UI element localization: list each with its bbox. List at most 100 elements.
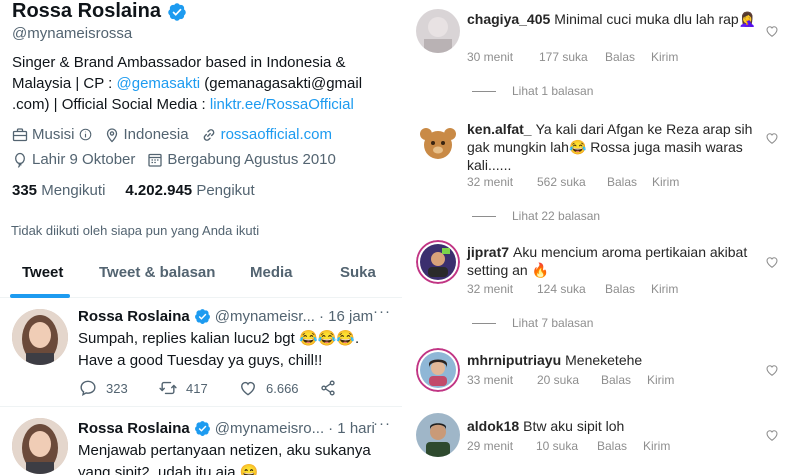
send-button[interactable]: Kirim (643, 439, 670, 453)
following-count: 335 (12, 182, 38, 199)
more-icon[interactable]: ··· (373, 415, 391, 432)
tweet-author-handle[interactable]: @mynameisro... (215, 420, 324, 437)
profile-bio: Singer & Brand Ambassador based in Indon… (12, 52, 397, 115)
reply-button[interactable]: Balas (597, 439, 643, 453)
reply-button[interactable]: 323 (78, 378, 128, 398)
comment-username[interactable]: chagiya_405 (467, 11, 550, 27)
comment-time: 32 menit (467, 282, 514, 296)
comment-time: 33 menit (467, 373, 514, 387)
view-replies-button[interactable]: Lihat 22 balasan (472, 209, 600, 223)
tab-tweets[interactable]: Tweet (22, 264, 63, 281)
comment-like-count[interactable]: 177 suka (539, 50, 605, 64)
heart-outline-icon[interactable] (765, 428, 779, 442)
comment-item: ken.alfat_ Ya kali dari Afgan ke Reza ara… (402, 110, 800, 230)
retweet-button[interactable]: 417 (158, 378, 208, 398)
comment-meta: 32 menit 124 suka Balas Kirim (467, 282, 678, 296)
avatar[interactable] (416, 240, 460, 284)
avatar[interactable] (12, 418, 68, 474)
heart-outline-icon[interactable] (765, 255, 779, 269)
reply-button[interactable]: Balas (607, 175, 652, 189)
comment-username[interactable]: mhrniputriayu (467, 352, 561, 368)
more-icon[interactable]: ··· (373, 303, 391, 320)
heart-outline-icon[interactable] (765, 131, 779, 145)
tweet-author-handle[interactable]: @mynameisr... (215, 308, 315, 325)
comment-username[interactable]: aldok18 (467, 418, 519, 434)
profile-meta-row-2: Lahir 9 Oktober Bergabung Agustus 2010 (12, 151, 336, 168)
comment-like-count[interactable]: 124 suka (537, 282, 605, 296)
view-replies-label: Lihat 22 balasan (512, 209, 601, 223)
tweet-author-name[interactable]: Rossa Roslaina (78, 308, 190, 325)
following-link[interactable]: 335 Mengikuti (12, 182, 105, 199)
share-button[interactable] (318, 378, 338, 398)
tweet-time[interactable]: · 1 hari (328, 420, 375, 437)
reply-button[interactable]: Balas (601, 373, 647, 387)
tweet-header: Rossa Roslaina @mynameisro... · 1 hari (78, 420, 375, 437)
heart-outline-icon[interactable] (765, 24, 779, 38)
avatar[interactable] (12, 309, 68, 365)
verified-badge-icon (168, 2, 186, 21)
tweet-author-name[interactable]: Rossa Roslaina (78, 420, 190, 437)
comment-meta: 33 menit 20 suka Balas Kirim (467, 373, 674, 387)
comment-time: 32 menit (467, 175, 514, 189)
comment-item: chagiya_405 Minimal cuci muka dlu lah rap… (402, 0, 800, 110)
comment-like-count[interactable]: 562 suka (537, 175, 607, 189)
profile-website-link[interactable]: rossaofficial.com (221, 126, 332, 143)
retweet-count: 417 (186, 380, 208, 396)
send-button[interactable]: Kirim (651, 50, 678, 64)
tweet-header: Rossa Roslaina @mynameisr... · 16 jam (78, 308, 373, 325)
comment-username[interactable]: ken.alfat_ (467, 121, 532, 137)
send-button[interactable]: Kirim (652, 175, 679, 189)
like-count: 6.666 (266, 380, 299, 396)
avatar[interactable] (416, 413, 460, 457)
comment-username[interactable]: jiprat7 (467, 244, 509, 260)
send-button[interactable]: Kirim (647, 373, 674, 387)
profile-name: Rossa Roslaina (12, 0, 187, 23)
verified-badge-icon (194, 421, 210, 436)
heart-outline-icon[interactable] (765, 363, 779, 377)
avatar[interactable] (416, 348, 460, 392)
comment-like-count[interactable]: 10 suka (536, 439, 597, 453)
profile-joined: Bergabung Agustus 2010 (167, 151, 336, 168)
tweet-item[interactable]: Rossa Roslaina @mynameisr... · 16 jam ··… (0, 299, 402, 407)
bio-mention-link[interactable]: @gemasakti (117, 75, 201, 92)
comment-meta: 29 menit 10 suka Balas Kirim (467, 439, 670, 453)
comment-body: Aku mencium aroma pertikaian akibat sett… (467, 244, 748, 278)
comment-body: Btw aku sipit loh (523, 418, 625, 434)
tab-tweets-replies[interactable]: Tweet & balasan (99, 264, 215, 281)
avatar[interactable] (416, 9, 460, 53)
comment-item: aldok18 Btw aku sipit loh 29 menit 10 suk… (402, 405, 800, 475)
comment-text: mhrniputriayu Meneketehe (467, 351, 757, 369)
profile-category: Musisi (32, 126, 75, 143)
view-replies-button[interactable]: Lihat 1 balasan (472, 84, 593, 98)
info-icon[interactable] (79, 128, 92, 141)
tab-likes[interactable]: Suka (340, 264, 376, 281)
comment-like-count[interactable]: 20 suka (537, 373, 601, 387)
link-icon (203, 128, 214, 141)
view-replies-button[interactable]: Lihat 7 balasan (472, 316, 593, 330)
avatar-photo (12, 418, 68, 474)
comment-item: mhrniputriayu Meneketehe 33 menit 20 suka… (402, 340, 800, 405)
comment-item: jiprat7 Aku mencium aroma pertikaian akib… (402, 230, 800, 340)
active-tab-indicator (10, 294, 70, 298)
send-button[interactable]: Kirim (651, 282, 678, 296)
profile-handle: @mynameisrossa (12, 25, 133, 42)
like-icon (241, 381, 255, 396)
comment-text: aldok18 Btw aku sipit loh (467, 417, 757, 435)
comment-meta: 30 menit 177 suka Balas Kirim (467, 50, 678, 64)
like-button[interactable]: 6.666 (238, 378, 299, 398)
reply-count: 323 (106, 380, 128, 396)
bio-linktree-link[interactable]: linktr.ee/RossaOfficial (210, 96, 354, 113)
twitter-profile-panel: Rossa Roslaina @mynameisrossa Singer & B… (0, 0, 402, 475)
view-replies-label: Lihat 1 balasan (512, 84, 594, 98)
tab-media[interactable]: Media (250, 264, 293, 281)
reply-button[interactable]: Balas (605, 282, 651, 296)
verified-badge-icon (194, 309, 210, 324)
tweet-text: Sumpah, replies kalian lucu2 bgt 😂😂😂. Ha… (78, 330, 360, 369)
reply-button[interactable]: Balas (605, 50, 651, 64)
tweet-time[interactable]: · 16 jam (319, 308, 373, 325)
comment-text: chagiya_405 Minimal cuci muka dlu lah rap… (467, 10, 757, 28)
avatar[interactable] (416, 122, 460, 166)
tweet-item[interactable]: Rossa Roslaina @mynameisro... · 1 hari ·… (0, 408, 402, 475)
followers-link[interactable]: 4.202.945 Pengikut (125, 182, 254, 199)
profile-location: Indonesia (123, 126, 189, 143)
